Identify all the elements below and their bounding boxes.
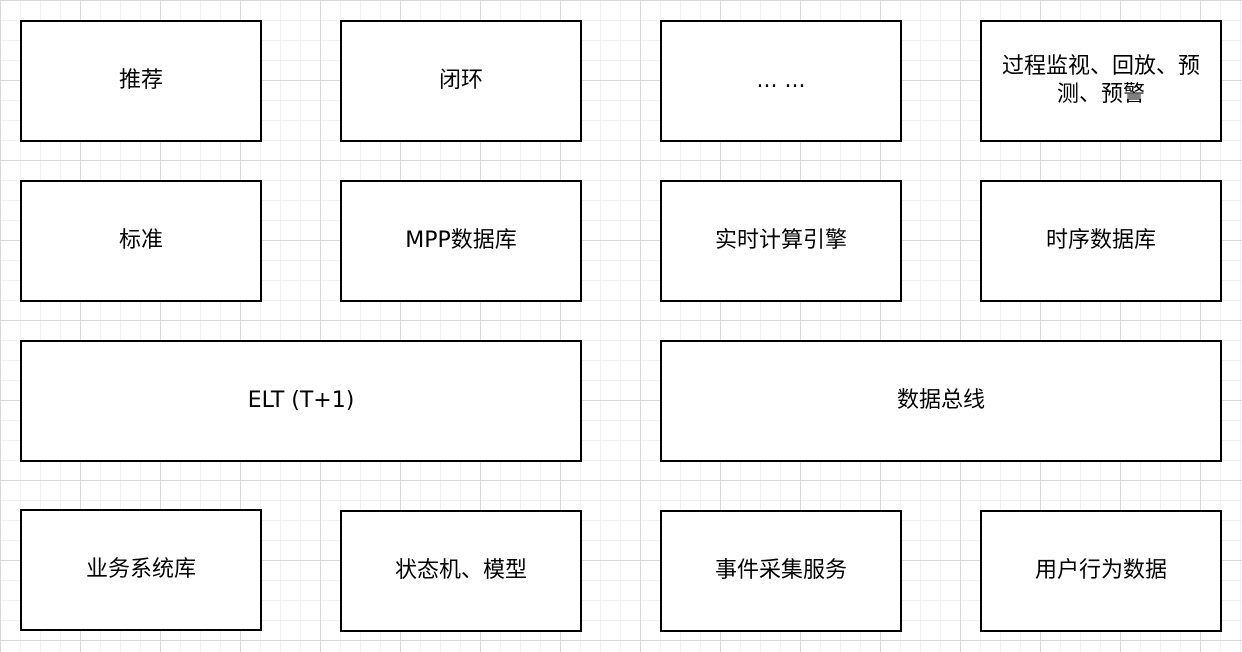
standard-box[interactable]: 标准 <box>20 180 262 302</box>
realtime-engine-box[interactable]: 实时计算引擎 <box>660 180 902 302</box>
business-system-db-box[interactable]: 业务系统库 <box>20 509 262 631</box>
user-behavior-data-label: 用户行为数据 <box>1034 558 1167 583</box>
timeseries-database-box[interactable]: 时序数据库 <box>980 180 1222 302</box>
timeseries-database-label: 时序数据库 <box>1045 228 1156 253</box>
data-bus-box[interactable]: 数据总线 <box>660 340 1222 462</box>
mpp-database-box[interactable]: MPP数据库 <box>340 180 582 302</box>
elt-box[interactable]: ELT (T+1) <box>20 340 582 462</box>
ellipsis-box[interactable]: ... ... <box>660 20 902 142</box>
standard-label: 标准 <box>118 228 163 253</box>
recommend-box[interactable]: 推荐 <box>20 20 262 142</box>
state-machine-model-box[interactable]: 状态机、模型 <box>340 510 582 632</box>
business-system-db-label: 业务系统库 <box>85 557 196 582</box>
process-monitor-label: 过程监视、回放、预测、预警 <box>1001 54 1200 107</box>
elt-label: ELT (T+1) <box>247 388 355 413</box>
diagram-canvas: 推荐 闭环 ... ... 过程监视、回放、预测、预警 标准 MPP数据库 实时… <box>0 0 1242 652</box>
data-bus-label: 数据总线 <box>896 388 985 413</box>
closed-loop-label: 闭环 <box>438 68 483 93</box>
event-collection-service-box[interactable]: 事件采集服务 <box>660 510 902 632</box>
state-machine-model-label: 状态机、模型 <box>394 558 527 583</box>
realtime-engine-label: 实时计算引擎 <box>714 228 847 253</box>
event-collection-service-label: 事件采集服务 <box>714 558 847 583</box>
closed-loop-box[interactable]: 闭环 <box>340 20 582 142</box>
ellipsis-label: ... ... <box>756 68 806 93</box>
user-behavior-data-box[interactable]: 用户行为数据 <box>980 510 1222 632</box>
recommend-label: 推荐 <box>118 68 163 93</box>
mpp-database-label: MPP数据库 <box>405 228 517 253</box>
process-monitor-box[interactable]: 过程监视、回放、预测、预警 <box>980 20 1222 142</box>
